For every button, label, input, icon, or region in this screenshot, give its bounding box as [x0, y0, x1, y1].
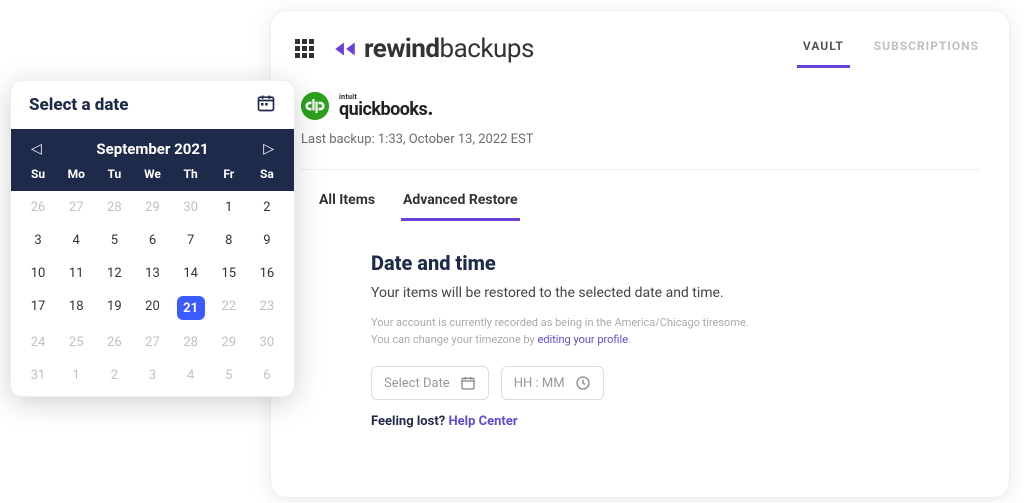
product-header: intuit quickbooks.: [301, 92, 1009, 120]
calendar-day[interactable]: 1: [57, 365, 95, 386]
product-name: intuit quickbooks.: [339, 94, 433, 119]
date-picker: Select a date ◁ September 2021 ▷ SuMoTuW…: [10, 80, 295, 397]
calendar-day[interactable]: 29: [210, 332, 248, 353]
app-window: rewindbackups VAULT SUBSCRIPTIONS intuit…: [270, 10, 1010, 498]
calendar-day[interactable]: 31: [19, 365, 57, 386]
calendar-day[interactable]: 3: [133, 365, 171, 386]
month-label: September 2021: [96, 140, 208, 158]
calendar-day[interactable]: 30: [248, 332, 286, 353]
calendar-day[interactable]: 24: [19, 332, 57, 353]
timezone-note: Your account is currently recorded as be…: [371, 315, 1009, 348]
sub-tabs: All Items Advanced Restore: [301, 170, 1009, 221]
calendar-day[interactable]: 26: [95, 332, 133, 353]
calendar-day[interactable]: 27: [57, 197, 95, 218]
calendar-day[interactable]: 4: [57, 230, 95, 251]
calendar-day[interactable]: 3: [19, 230, 57, 251]
calendar-day[interactable]: 18: [57, 296, 95, 320]
calendar-day[interactable]: 23: [248, 296, 286, 320]
quickbooks-icon: [301, 92, 329, 120]
calendar-day[interactable]: 29: [133, 197, 171, 218]
dow-label: We: [133, 167, 171, 181]
calendar-day[interactable]: 28: [95, 197, 133, 218]
dow-label: Sa: [248, 167, 286, 181]
calendar-day[interactable]: 9: [248, 230, 286, 251]
calendar-day[interactable]: 15: [210, 263, 248, 284]
calendar-day[interactable]: 27: [133, 332, 171, 353]
restore-panel: Date and time Your items will be restore…: [301, 221, 1009, 429]
day-of-week-row: SuMoTuWeThFrSa: [19, 163, 286, 185]
calendar-day[interactable]: 16: [248, 263, 286, 284]
dow-label: Su: [19, 167, 57, 181]
calendar-icon: [460, 375, 476, 391]
calendar-nav: ◁ September 2021 ▷ SuMoTuWeThFrSa: [11, 129, 294, 191]
calendar-day[interactable]: 2: [248, 197, 286, 218]
calendar-day[interactable]: 19: [95, 296, 133, 320]
calendar-day[interactable]: 6: [248, 365, 286, 386]
calendar-day[interactable]: 26: [19, 197, 57, 218]
calendar-day[interactable]: 8: [210, 230, 248, 251]
calendar-day[interactable]: 13: [133, 263, 171, 284]
help-line: Feeling lost? Help Center: [371, 414, 1009, 429]
apps-grid-icon[interactable]: [295, 39, 314, 58]
top-bar: rewindbackups VAULT SUBSCRIPTIONS: [271, 11, 1009, 68]
brand-logo: rewindbackups: [332, 34, 534, 64]
next-month-button[interactable]: ▷: [257, 139, 280, 159]
dow-label: Tu: [95, 167, 133, 181]
calendar-day[interactable]: 5: [95, 230, 133, 251]
select-date-input[interactable]: Select Date: [371, 366, 489, 400]
calendar-day[interactable]: 14: [172, 263, 210, 284]
calendar-day[interactable]: 7: [172, 230, 210, 251]
calendar-day[interactable]: 20: [133, 296, 171, 320]
calendar-day[interactable]: 25: [57, 332, 95, 353]
brand-text: rewindbackups: [364, 34, 534, 64]
calendar-day[interactable]: 5: [210, 365, 248, 386]
rewind-icon: [332, 36, 358, 62]
calendar-day[interactable]: 4: [172, 365, 210, 386]
calendar-day[interactable]: 12: [95, 263, 133, 284]
dow-label: Mo: [57, 167, 95, 181]
calendar-grid: 2627282930123456789101112131415161718192…: [11, 191, 294, 396]
tab-advanced-restore[interactable]: Advanced Restore: [401, 184, 520, 221]
calendar-day[interactable]: 10: [19, 263, 57, 284]
last-backup-text: Last backup: 1:33, October 13, 2022 EST: [301, 132, 1009, 147]
calendar-icon: [256, 93, 276, 117]
date-picker-title: Select a date: [29, 95, 128, 115]
panel-lead: Your items will be restored to the selec…: [371, 285, 1009, 301]
date-picker-header: Select a date: [11, 81, 294, 129]
tab-all-items[interactable]: All Items: [317, 184, 377, 221]
edit-profile-link[interactable]: editing your profile: [537, 333, 628, 346]
nav-tab-subscriptions[interactable]: SUBSCRIPTIONS: [868, 29, 985, 68]
select-time-input[interactable]: HH : MM: [501, 366, 604, 400]
calendar-day[interactable]: 11: [57, 263, 95, 284]
prev-month-button[interactable]: ◁: [25, 139, 48, 159]
top-nav: VAULT SUBSCRIPTIONS: [797, 29, 985, 68]
nav-tab-vault[interactable]: VAULT: [797, 29, 850, 68]
calendar-day[interactable]: 28: [172, 332, 210, 353]
panel-heading: Date and time: [371, 251, 1009, 275]
calendar-day[interactable]: 6: [133, 230, 171, 251]
clock-icon: [575, 375, 591, 391]
calendar-day[interactable]: 17: [19, 296, 57, 320]
main-content: intuit quickbooks. Last backup: 1:33, Oc…: [271, 68, 1009, 429]
help-center-link[interactable]: Help Center: [448, 414, 517, 429]
calendar-day[interactable]: 21: [177, 296, 205, 320]
calendar-day[interactable]: 2: [95, 365, 133, 386]
dow-label: Th: [172, 167, 210, 181]
calendar-day[interactable]: 30: [172, 197, 210, 218]
calendar-day[interactable]: 1: [210, 197, 248, 218]
calendar-day[interactable]: 22: [210, 296, 248, 320]
dow-label: Fr: [210, 167, 248, 181]
datetime-inputs: Select Date HH : MM: [371, 366, 1009, 400]
